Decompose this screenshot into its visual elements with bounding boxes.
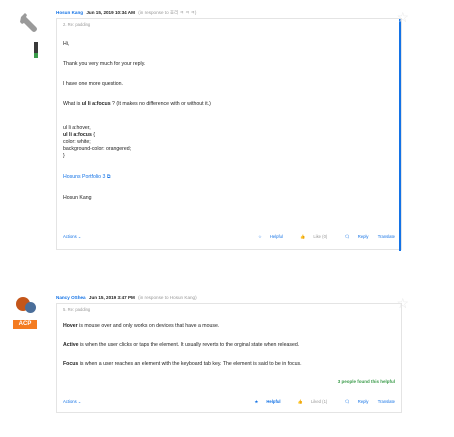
post-card: ☆ 5. Re: padding Hover is mouse over and… [56,295,409,413]
wrench-avatar-icon [20,13,37,32]
focus-line: Focus is when a user reaches an element … [63,361,302,367]
post-date: Jun 15, 2019 3:47 PM [88,295,135,300]
post-header: Hosun Kang Jun 15, 2019 10:34 AM (in res… [56,10,196,16]
star-icon[interactable]: ☆ [396,9,409,26]
chevron-down-icon: ⌄ [77,234,82,239]
code-line-2: ul li a:focus { [63,132,96,138]
post-subject: 2. Re: padding [63,22,91,27]
code-line-1: ul li a:hover, [63,125,91,131]
external-link-icon: ⧉ [106,174,111,180]
reply-button[interactable]: 🗨 Reply [336,399,368,404]
star-filled-icon: ★ [254,399,259,404]
like-button[interactable]: 👍 Liked (1) [290,399,328,404]
post-2: ACP Nancy OShea Jun 15, 2019 3:47 PM (in… [0,293,454,413]
in-response-link[interactable]: (in response to Hosun Kang) [138,295,196,300]
rank-bar [34,42,38,58]
portfolio-link[interactable]: Hosuns Portfolio 3 ⧉ [63,174,110,181]
helpful-button[interactable]: ★ Helpful [247,399,281,404]
post-card: ☆ 2. Re: padding Hi, Thank you very much… [56,9,409,251]
post-date: Jun 15, 2019 10:34 AM [86,10,135,15]
reply-button[interactable]: 🗨 Reply [336,234,368,239]
acp-badge: ACP [13,320,37,329]
translate-button[interactable]: Translate [378,399,395,404]
comment-icon: 🗨 [344,399,350,404]
author-link[interactable]: Hosun Kang [56,10,83,15]
actions-menu[interactable]: Actions ⌄ [63,234,81,239]
post-header: Nancy OShea Jun 15, 2019 3:47 PM (in res… [56,295,197,300]
post-footer: Actions ⌄ ★ Helpful 👍 Liked (1) 🗨 Reply Tra… [63,399,395,407]
active-line: Active is when the user clicks or taps t… [63,342,300,348]
helpful-count: 3 people found this helpful [337,379,395,384]
actions-menu[interactable]: Actions ⌄ [63,399,81,404]
star-icon[interactable]: ☆ [396,295,409,312]
star-outline-icon: ☆ [258,234,262,239]
in-response-link[interactable]: (in response to 효리 ㅋ ㅋ ㅋ) [138,10,196,15]
question-line: What is ul li a:focus ? (It makes no dif… [63,101,211,107]
thanks-line: Thank you very much for your reply. [63,61,146,67]
translate-button[interactable]: Translate [378,234,395,239]
like-button[interactable]: 👍 Like (0) [292,234,327,239]
comment-icon: 🗨 [344,234,350,239]
thumbs-up-icon: 👍 [300,234,306,239]
helpful-button[interactable]: ☆ Helpful [250,234,283,239]
code-line-4: background-color: orangered; [63,146,132,152]
thumbs-up-icon: 👍 [297,399,303,404]
author-link[interactable]: Nancy OShea [56,295,86,300]
hover-line: Hover is mouse over and only works on de… [63,323,220,329]
post-footer: Actions ⌄ ☆ Helpful 👍 Like (0) 🗨 Reply Tran… [63,234,395,242]
avatar[interactable] [16,297,38,313]
code-line-3: color: white; [63,139,91,145]
chevron-down-icon: ⌄ [77,399,82,404]
scrollbar[interactable] [399,19,401,251]
code-line-5: } [63,153,65,159]
greeting: Hi, [63,41,70,47]
post-1: Hosun Kang Jun 15, 2019 10:34 AM (in res… [0,8,454,251]
signature: Hosun Kang [63,195,92,201]
question-intro: I have one more question. [63,81,123,87]
post-subject: 5. Re: padding [63,307,91,312]
